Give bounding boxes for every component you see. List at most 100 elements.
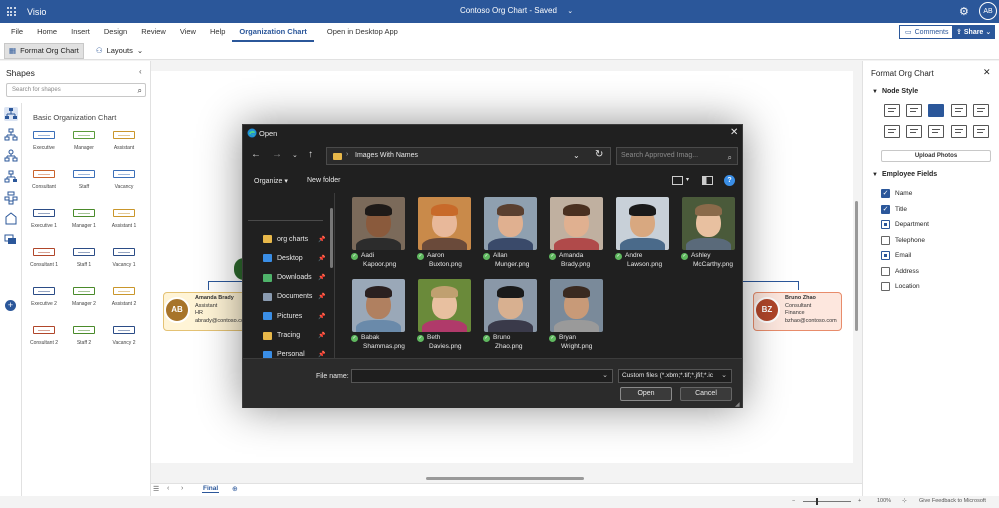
- field-row[interactable]: ✓ Name: [881, 188, 912, 199]
- field-row[interactable]: Department: [881, 219, 929, 230]
- vertical-scrollbar[interactable]: [855, 201, 858, 331]
- shape-item[interactable]: Manager: [64, 131, 104, 151]
- file-name-input[interactable]: ⌄: [351, 369, 613, 383]
- node-style-option[interactable]: [973, 104, 989, 117]
- stencil-org-chart-2-icon[interactable]: [4, 128, 18, 142]
- comments-button[interactable]: ▭ Comments: [899, 25, 955, 39]
- nav-item[interactable]: org charts 📌: [263, 235, 328, 243]
- document-title-button[interactable]: Contoso Org Chart - Saved ⌄: [460, 6, 573, 15]
- node-style-option[interactable]: [973, 125, 989, 138]
- tab-review[interactable]: Review: [134, 23, 173, 42]
- org-card-amanda-brady[interactable]: AB Amanda Brady Assistant HR abrady@cont…: [163, 292, 252, 331]
- address-bar[interactable]: › Images With Names ⌄ ↻: [326, 147, 611, 165]
- node-style-option[interactable]: [951, 104, 967, 117]
- recent-locations-chevron-icon[interactable]: ⌄: [292, 151, 298, 159]
- shape-item[interactable]: Vacancy: [104, 170, 144, 190]
- new-folder-button[interactable]: New folder: [307, 177, 340, 184]
- file-tile[interactable]: ✓ Beth Davies.png: [416, 279, 478, 359]
- node-style-option[interactable]: [906, 104, 922, 117]
- dialog-search-input[interactable]: Search Approved Imag... ⌕: [616, 147, 738, 165]
- resize-grip-icon[interactable]: ◢: [735, 401, 740, 408]
- file-tile[interactable]: ✓ Ashley McCarthy.png: [680, 197, 742, 277]
- app-launcher-button[interactable]: [0, 0, 22, 23]
- view-options-icon[interactable]: [672, 176, 683, 185]
- add-sheet-icon[interactable]: ⊕: [232, 485, 238, 493]
- chevron-down-icon[interactable]: ▾: [686, 176, 689, 183]
- shape-item[interactable]: Consultant 1: [24, 248, 64, 268]
- field-checkbox[interactable]: [881, 220, 890, 229]
- tab-home[interactable]: Home: [30, 23, 64, 42]
- search-icon[interactable]: ⌕: [138, 85, 142, 97]
- sheet-list-icon[interactable]: ☰: [153, 485, 159, 493]
- field-checkbox[interactable]: [881, 282, 890, 291]
- node-style-section[interactable]: ▼ Node Style: [872, 88, 918, 95]
- shape-item[interactable]: Manager 1: [64, 209, 104, 229]
- stencil-basic-org-chart-icon[interactable]: [4, 107, 18, 121]
- zoom-level[interactable]: 100%: [877, 498, 891, 504]
- zoom-slider[interactable]: [803, 501, 851, 502]
- node-style-option[interactable]: [884, 125, 900, 138]
- field-checkbox[interactable]: [881, 251, 890, 260]
- file-tile[interactable]: ✓ Bruno Zhao.png: [482, 279, 544, 359]
- stencil-org-chart-4-icon[interactable]: [4, 170, 18, 184]
- field-checkbox[interactable]: ✓: [881, 189, 890, 198]
- stencil-cards-icon[interactable]: [4, 233, 18, 247]
- format-org-chart-button[interactable]: ▦ Format Org Chart: [4, 42, 84, 59]
- shape-item[interactable]: Consultant 2: [24, 326, 64, 346]
- pin-icon[interactable]: 📌: [318, 313, 325, 320]
- shape-item[interactable]: Staff 2: [64, 326, 104, 346]
- upload-photos-button[interactable]: Upload Photos: [881, 150, 991, 162]
- tab-view[interactable]: View: [173, 23, 203, 42]
- organize-menu[interactable]: Organize ▾: [254, 177, 288, 185]
- nav-item[interactable]: Downloads 📌: [263, 273, 328, 282]
- layouts-button[interactable]: ⚇ Layouts ⌄: [92, 43, 147, 59]
- field-checkbox[interactable]: ✓: [881, 204, 890, 214]
- field-checkbox[interactable]: [881, 266, 890, 276]
- forward-arrow-icon[interactable]: →: [272, 149, 282, 160]
- chevron-down-icon[interactable]: ⌄: [602, 371, 608, 379]
- node-style-option[interactable]: [951, 125, 967, 138]
- help-icon[interactable]: ?: [724, 175, 735, 186]
- shapes-search-input[interactable]: Search for shapes ⌕: [6, 83, 146, 97]
- chevron-down-icon[interactable]: ⌄: [573, 151, 580, 160]
- org-card-bruno-zhao[interactable]: BZ Bruno Zhao Consultant Finance bzhao@c…: [753, 292, 842, 331]
- shape-item[interactable]: Staff: [64, 170, 104, 190]
- tab-file[interactable]: File: [4, 23, 30, 42]
- nav-item[interactable]: Pictures 📌: [263, 312, 328, 321]
- next-sheet-icon[interactable]: ›: [181, 485, 183, 492]
- pin-icon[interactable]: 📌: [318, 255, 325, 262]
- node-style-option[interactable]: [928, 125, 944, 138]
- stencil-org-chart-5-icon[interactable]: [4, 191, 18, 205]
- field-row[interactable]: Location: [881, 281, 920, 292]
- employee-fields-section[interactable]: ▼ Employee Fields: [872, 171, 937, 178]
- zoom-out-icon[interactable]: −: [792, 498, 795, 504]
- cancel-button[interactable]: Cancel: [680, 387, 732, 401]
- file-tile[interactable]: ✓ Andre Lawson.png: [614, 197, 676, 277]
- refresh-icon[interactable]: ↻: [595, 149, 603, 160]
- zoom-in-icon[interactable]: +: [858, 498, 861, 504]
- settings-gear-icon[interactable]: ⚙: [959, 5, 969, 18]
- tab-help[interactable]: Help: [203, 23, 232, 42]
- nav-item[interactable]: Desktop 📌: [263, 254, 328, 263]
- nav-item[interactable]: Documents 📌: [263, 292, 328, 301]
- up-arrow-icon[interactable]: ↑: [308, 149, 313, 160]
- node-style-option[interactable]: [884, 104, 900, 117]
- file-tile[interactable]: ✓ Babak Shammas.png: [350, 279, 412, 359]
- feedback-link[interactable]: Give Feedback to Microsoft: [919, 498, 986, 504]
- shape-item[interactable]: Executive: [24, 131, 64, 151]
- nav-item[interactable]: Tracing 📌: [263, 331, 328, 340]
- shape-item[interactable]: Assistant: [104, 131, 144, 151]
- app-name[interactable]: Visio: [27, 7, 46, 17]
- tab-insert[interactable]: Insert: [64, 23, 97, 42]
- field-row[interactable]: ✓ Title: [881, 204, 907, 215]
- tab-design[interactable]: Design: [97, 23, 134, 42]
- fit-page-icon[interactable]: ⊹: [902, 498, 907, 504]
- shape-item[interactable]: Assistant 2: [104, 287, 144, 307]
- field-row[interactable]: Telephone: [881, 235, 925, 246]
- shape-item[interactable]: Vacancy 2: [104, 326, 144, 346]
- file-tile[interactable]: ✓ Bryan Wright.png: [548, 279, 610, 359]
- pin-icon[interactable]: 📌: [318, 332, 325, 339]
- node-style-option-selected[interactable]: [928, 104, 944, 117]
- shape-item[interactable]: Executive 2: [24, 287, 64, 307]
- file-type-filter[interactable]: Custom files (*.xbm;*.tif;*.jfif;*.ic ⌄: [618, 369, 732, 383]
